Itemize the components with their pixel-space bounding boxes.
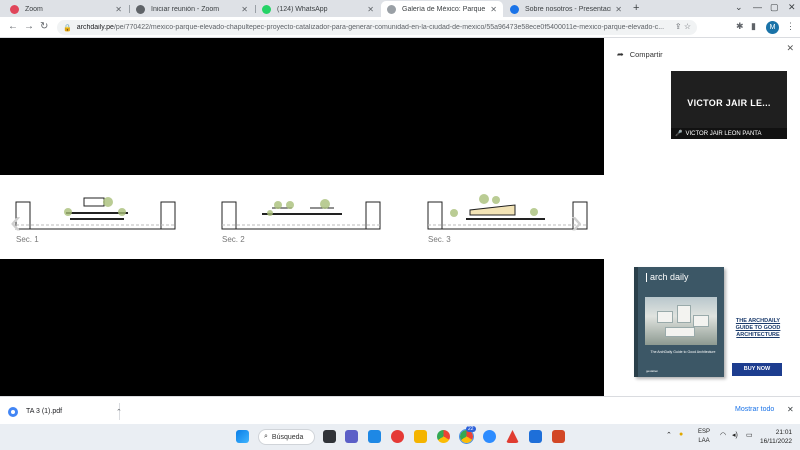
teams-chat-icon[interactable] — [345, 430, 358, 443]
lang-line2: LAA — [698, 438, 710, 444]
address-toolbar: ← → ↻ 🔒 archdaily.pe/pe/770422/mexico-pa… — [0, 17, 800, 38]
share-label: Compartir — [629, 50, 663, 59]
chrome-icon[interactable] — [437, 430, 450, 443]
tab-label: Zoom — [25, 5, 43, 13]
tab-label: Galería de México: Parque Elevad — [402, 5, 486, 13]
windows-taskbar: ⌕ Búsqueda 22 ⌃ ● ESP LAA ◠ ◂) ▭ 21:01 1… — [0, 424, 800, 450]
side-panel: ➦ Compartir ✕ VICTOR JAIR LE... 🎤 VICTOR… — [604, 38, 800, 396]
close-tab-icon[interactable]: ✕ — [241, 5, 248, 14]
share-arrow-icon: ➦ — [617, 50, 624, 59]
section-label-2: Sec. 2 — [222, 235, 245, 244]
close-tab-icon[interactable]: ✕ — [615, 5, 622, 14]
back-button[interactable]: ← — [8, 21, 18, 32]
archdaily-favicon-icon — [387, 4, 396, 14]
archdaily-ad[interactable]: arch daily The ArchDaily Guide to Good A… — [619, 263, 789, 381]
tab-label: Iniciar reunión - Zoom — [151, 5, 220, 13]
wifi-icon[interactable]: ◠ — [720, 431, 726, 439]
buy-now-button[interactable]: BUY NOW — [732, 363, 782, 376]
sections-drawing-svg — [15, 194, 588, 230]
share-button[interactable]: ➦ Compartir — [617, 50, 663, 59]
tab-whatsapp[interactable]: (124) WhatsApp ✕ — [256, 1, 380, 17]
windows-start-icon[interactable] — [236, 430, 249, 443]
volume-icon[interactable]: ◂) — [732, 431, 738, 439]
book-cover-photo — [645, 297, 717, 345]
task-view-icon[interactable] — [323, 430, 336, 443]
book-title: The ArchDaily Guide to Good Architecture — [650, 350, 716, 354]
chrome-badge: 22 — [466, 426, 476, 432]
acrobat-icon[interactable] — [506, 430, 519, 443]
close-gallery-icon[interactable]: ✕ — [786, 43, 794, 54]
file-explorer-icon[interactable] — [414, 430, 427, 443]
clock-time: 21:01 — [775, 429, 793, 436]
norton-icon[interactable]: ● — [679, 431, 683, 438]
chevron-up-tray-icon[interactable]: ⌃ — [666, 431, 672, 439]
close-window-button[interactable]: ✕ — [788, 2, 796, 13]
extensions-icon[interactable]: ✱ — [736, 21, 744, 32]
globe-icon — [136, 4, 145, 14]
slides-favicon-icon — [510, 4, 519, 14]
menu-icon[interactable]: ⋮ — [786, 21, 795, 32]
archdaily-logo: arch daily — [646, 273, 689, 282]
close-tab-icon[interactable]: ✕ — [490, 5, 497, 14]
close-download-bar-icon[interactable]: ✕ — [787, 405, 794, 414]
taskbar-search[interactable]: ⌕ Búsqueda — [258, 429, 315, 445]
zoom-participant-full-name: VICTOR JAIR LEON PANTA — [685, 130, 762, 137]
previous-image-arrow-icon[interactable]: ‹ — [10, 203, 21, 242]
tab-zoom[interactable]: Zoom ✕ — [4, 1, 128, 17]
tab-label: (124) WhatsApp — [277, 5, 328, 13]
share-page-icon[interactable]: ⇪ ☆ — [675, 22, 691, 31]
lang-line1: ESP — [698, 429, 711, 435]
url-text: archdaily.pe/pe/770422/mexico-parque-ele… — [77, 24, 664, 31]
forward-button[interactable]: → — [24, 21, 34, 32]
edge-icon[interactable] — [529, 430, 542, 443]
zoom-video-tile[interactable]: VICTOR JAIR LE... 🎤 VICTOR JAIR LEON PAN… — [671, 71, 787, 139]
tab-iniciar-reunion[interactable]: Iniciar reunión - Zoom ✕ — [130, 1, 254, 17]
zoom-participant-name: VICTOR JAIR LE... — [687, 98, 771, 108]
side-panel-icon[interactable]: ▮ — [751, 21, 756, 32]
maximize-button[interactable]: ▢ — [770, 2, 779, 13]
tab-strip: Zoom ✕ Iniciar reunión - Zoom ✕ (124) Wh… — [0, 0, 800, 17]
chrome-pdf-icon — [8, 406, 18, 417]
tab-label: Sobre nosotros - Presentación — [525, 5, 612, 13]
mail-icon[interactable] — [368, 430, 381, 443]
opera-icon[interactable] — [391, 430, 404, 443]
search-label: Búsqueda — [271, 433, 304, 441]
lock-icon[interactable]: 🔒 — [63, 24, 72, 32]
show-all-downloads-button[interactable]: Mostrar todo — [735, 406, 774, 413]
chevron-up-icon[interactable]: ⌃ — [116, 408, 122, 416]
zoom-app-icon[interactable] — [483, 430, 496, 443]
section-drawing: Sec. 1 Sec. 2 Sec. 3 ‹ › — [0, 175, 604, 259]
profile-avatar[interactable]: M — [766, 21, 779, 34]
reload-button[interactable]: ↻ — [40, 21, 48, 32]
zoom-favicon-icon — [10, 4, 19, 14]
powerpoint-icon[interactable] — [552, 430, 565, 443]
zoom-name-bar: 🎤 VICTOR JAIR LEON PANTA — [671, 128, 787, 139]
url-host: archdaily.pe — [76, 24, 114, 31]
address-bar[interactable]: 🔒 archdaily.pe/pe/770422/mexico-parque-e… — [57, 20, 697, 35]
input-language[interactable]: ESP LAA — [698, 428, 710, 446]
new-tab-button[interactable]: + — [633, 2, 639, 14]
tab-sobre-nosotros[interactable]: Sobre nosotros - Presentación ✕ — [504, 1, 628, 17]
book-cover[interactable]: arch daily The ArchDaily Guide to Good A… — [634, 267, 724, 377]
minimize-button[interactable]: — — [753, 2, 762, 12]
close-tab-icon[interactable]: ✕ — [115, 5, 122, 14]
ad-headline-link[interactable]: THE ARCHDAILY GUIDE TO GOOD ARCHITECTURE — [728, 318, 788, 339]
battery-icon[interactable]: ▭ — [746, 431, 753, 439]
whatsapp-icon — [262, 4, 271, 14]
close-tab-icon[interactable]: ✕ — [367, 5, 374, 14]
book-publisher: gestalten — [646, 369, 659, 373]
download-item[interactable]: TA 3 (1).pdf ⌃ — [8, 403, 122, 420]
search-icon: ⌕ — [264, 433, 268, 440]
url-path: /pe/770422/mexico-parque-elevado-chapult… — [113, 24, 665, 31]
next-image-arrow-icon[interactable]: › — [571, 203, 582, 242]
system-clock[interactable]: 21:01 16/11/2022 — [760, 428, 792, 446]
muted-mic-icon: 🎤 — [675, 131, 683, 137]
clock-date: 16/11/2022 — [760, 438, 793, 445]
tab-galeria[interactable]: Galería de México: Parque Elevad ✕ — [381, 1, 503, 17]
download-filename: TA 3 (1).pdf — [26, 408, 63, 415]
section-label-3: Sec. 3 — [428, 235, 451, 244]
download-bar: TA 3 (1).pdf ⌃ Mostrar todo ✕ — [0, 396, 800, 424]
tab-search-icon[interactable]: ⌄ — [735, 2, 743, 13]
